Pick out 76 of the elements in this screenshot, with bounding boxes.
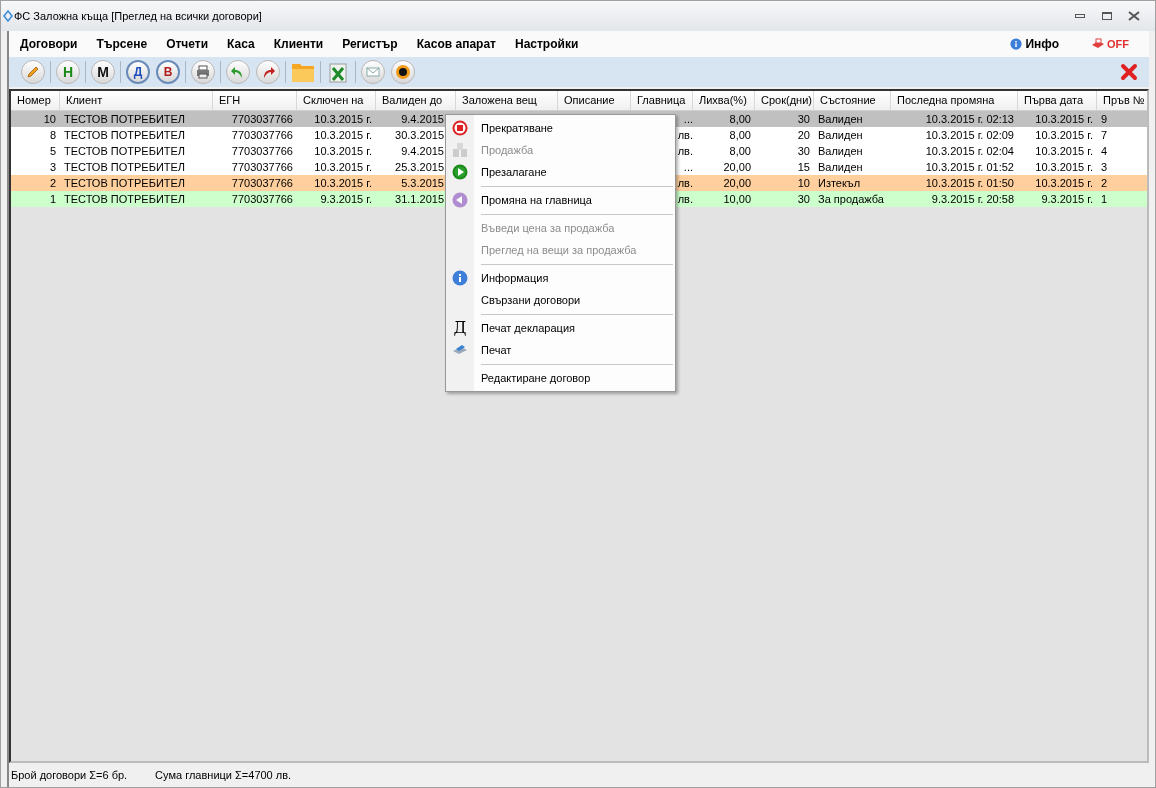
table-cell: 30	[797, 143, 810, 159]
table-cell: 20,00	[723, 175, 751, 191]
table-cell: 10.3.2015 г. 02:13	[925, 111, 1014, 127]
table-cell: 10.3.2015 г. 02:04	[925, 143, 1014, 159]
table-cell: 30	[797, 191, 810, 207]
table-cell: 4	[1101, 143, 1108, 159]
table-cell: 10.3.2015 г.	[314, 143, 372, 159]
table-cell: 10.3.2015 г.	[1035, 111, 1093, 127]
table-cell: 10.3.2015 г.	[314, 127, 372, 143]
table-cell: 10.3.2015 г.	[1035, 175, 1093, 191]
table-cell: 3	[49, 159, 56, 175]
table-cell: лв.	[677, 143, 693, 159]
table-cell: 7703037766	[231, 127, 293, 143]
table-cell: 25.3.2015	[395, 159, 444, 175]
table-cell: ...	[683, 111, 693, 127]
table-cell: 31.1.2015	[395, 191, 444, 207]
table-cell: 30	[797, 111, 810, 127]
table-cell: лв.	[677, 191, 693, 207]
table-cell: Валиден	[818, 143, 863, 159]
table-cell: 7703037766	[231, 111, 293, 127]
letter-icon: Д	[453, 320, 467, 336]
table-cell: 20	[797, 127, 810, 143]
table-cell: ТЕСТОВ ПОТРЕБИТЕЛ	[64, 159, 186, 175]
table-cell: 10.3.2015 г. 01:50	[925, 175, 1014, 191]
table-cell: ТЕСТОВ ПОТРЕБИТЕЛ	[64, 143, 186, 159]
table-cell: 1	[49, 191, 56, 207]
table-cell: 7703037766	[231, 143, 293, 159]
table-cell: 7	[1101, 127, 1108, 143]
table-cell: 8,00	[729, 127, 751, 143]
table-cell: Изтекъл	[818, 175, 861, 191]
table-cell: 10	[797, 175, 810, 191]
table-cell: 3	[1101, 159, 1108, 175]
table-cell: 9.4.2015	[401, 143, 444, 159]
table-cell: 9.3.2015 г.	[1041, 191, 1093, 207]
table-cell: 9	[1101, 111, 1108, 127]
table-cell: 10.3.2015 г.	[314, 159, 372, 175]
table-cell: 8,00	[729, 143, 751, 159]
table-cell: 1	[1101, 191, 1108, 207]
table-cell: 7703037766	[231, 191, 293, 207]
table-cell: 5	[49, 143, 56, 159]
table-cell: Валиден	[818, 111, 863, 127]
table-cell: 10.3.2015 г.	[1035, 127, 1093, 143]
table-cell: 8	[49, 127, 56, 143]
table-cell: 9.3.2015 г. 20:58	[931, 191, 1014, 207]
table-cell: 10.3.2015 г. 02:09	[925, 127, 1014, 143]
table-cell: 20,00	[723, 159, 751, 175]
table-cell: 7703037766	[231, 175, 293, 191]
table-cell: 2	[1101, 175, 1108, 191]
window-title: ФС Заложна къща [Преглед на всички договори]	[14, 8, 262, 24]
table-cell: ТЕСТОВ ПОТРЕБИТЕЛ	[64, 111, 186, 127]
table-cell: 10.3.2015 г. 01:52	[925, 159, 1014, 175]
table-cell: 9.3.2015 г.	[320, 191, 372, 207]
table-cell: 5.3.2015	[401, 175, 444, 191]
status-text: Сума главници Σ=4700 лв.	[155, 767, 292, 783]
table-cell: 30.3.2015	[395, 127, 444, 143]
table-cell: 7703037766	[231, 159, 293, 175]
table-cell: 2	[49, 175, 56, 191]
table-cell: За продажба	[818, 191, 884, 207]
table-cell: лв.	[677, 127, 693, 143]
table-cell: ...	[683, 159, 693, 175]
table-cell: 9.4.2015	[401, 111, 444, 127]
table-cell: 15	[797, 159, 810, 175]
table-cell: 8,00	[729, 111, 751, 127]
table-cell: 10.3.2015 г.	[314, 111, 372, 127]
table-cell: лв.	[677, 175, 693, 191]
table-cell: Валиден	[818, 127, 863, 143]
table-cell: ТЕСТОВ ПОТРЕБИТЕЛ	[64, 127, 186, 143]
table-cell: 10.3.2015 г.	[1035, 159, 1093, 175]
table-cell: Валиден	[818, 159, 863, 175]
table-cell: 10.3.2015 г.	[314, 175, 372, 191]
status-text: Брой договори Σ=6 бр.	[11, 767, 128, 783]
table-cell: 10,00	[723, 191, 751, 207]
table-cell: 10.3.2015 г.	[1035, 143, 1093, 159]
table-cell: ТЕСТОВ ПОТРЕБИТЕЛ	[64, 175, 186, 191]
table-cell: ТЕСТОВ ПОТРЕБИТЕЛ	[64, 191, 186, 207]
table-cell: 10	[43, 111, 56, 127]
